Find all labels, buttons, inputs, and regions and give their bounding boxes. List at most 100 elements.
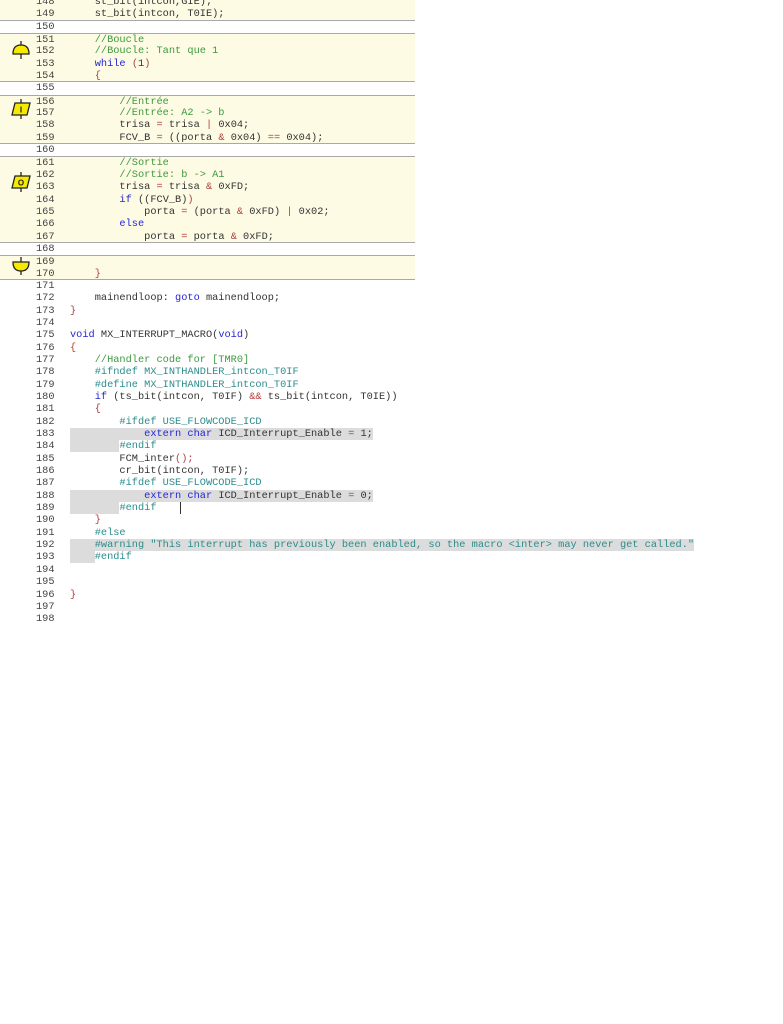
- code-line[interactable]: 161 //Sortie: [0, 156, 415, 170]
- line-number: 157: [36, 107, 55, 120]
- code-line[interactable]: 166 else: [0, 218, 415, 231]
- line-number: 194: [36, 563, 55, 576]
- line-number: 154: [36, 70, 55, 83]
- code-line[interactable]: 182 #ifdef USE_FLOWCODE_ICD: [0, 416, 783, 428]
- text-cursor: [180, 502, 181, 515]
- line-code: else: [70, 218, 144, 230]
- code-line[interactable]: 197: [0, 601, 783, 613]
- code-line[interactable]: 188 extern char ICD_Interrupt_Enable = 0…: [0, 489, 783, 502]
- code-line[interactable]: 175 void MX_INTERRUPT_MACRO(void): [0, 329, 783, 341]
- code-line[interactable]: 172 mainendloop: goto mainendloop;: [0, 292, 783, 304]
- code-line[interactable]: 181 {: [0, 403, 783, 415]
- code-token: [70, 551, 95, 564]
- line-code: {: [70, 342, 76, 354]
- code-line[interactable]: 195: [0, 576, 783, 588]
- code-line[interactable]: 158 trisa = trisa | 0x04;: [0, 119, 415, 132]
- preprocessor-token: #ifdef USE_FLOWCODE_ICD: [70, 415, 262, 428]
- code-line[interactable]: 168: [0, 243, 783, 255]
- code-line[interactable]: 148 st_bit(intcon,GIE);: [0, 0, 415, 9]
- code-line[interactable]: 165 porta = (porta & 0xFD) | 0x02;: [0, 205, 415, 219]
- code-line[interactable]: 159 FCV_B = ((porta & 0x04) == 0x04);: [0, 131, 415, 145]
- line-code: {: [70, 403, 101, 415]
- code-line[interactable]: 150: [0, 21, 783, 33]
- code-line[interactable]: 153 while (1): [0, 57, 415, 71]
- code-line[interactable]: 162 //Sortie: b -> A1: [0, 168, 415, 182]
- code-line[interactable]: 185 FCM_inter();: [0, 453, 783, 465]
- line-number: 190: [36, 514, 55, 527]
- code-line[interactable]: 173}: [0, 305, 783, 317]
- line-number: 193: [36, 551, 55, 564]
- code-line[interactable]: 192 #warning "This interrupt has previou…: [0, 539, 783, 552]
- code-line[interactable]: 169: [0, 255, 415, 268]
- operator-token: }: [70, 514, 101, 527]
- line-code: }: [70, 305, 76, 317]
- code-line[interactable]: 179 #define MX_INTHANDLER_intcon_T0IF: [0, 379, 783, 391]
- line-code: {: [70, 70, 101, 82]
- line-number: 186: [36, 465, 55, 478]
- line-code: //Boucle: Tant que 1: [70, 45, 219, 58]
- line-number: 180: [36, 391, 55, 403]
- line-number: 178: [36, 366, 55, 379]
- line-code: #else: [70, 527, 126, 539]
- code-editor[interactable]: 148 st_bit(intcon,GIE); 149 st_bit(intcon…: [0, 0, 783, 626]
- line-code: #ifndef MX_INTHANDLER_intcon_T0IF: [70, 366, 299, 378]
- code-line[interactable]: 152 //Boucle: Tant que 1: [0, 45, 415, 58]
- line-code: #ifdef USE_FLOWCODE_ICD: [70, 415, 262, 428]
- keyword-token: char: [187, 428, 213, 441]
- code-line[interactable]: 149 st_bit(intcon, T0IE);: [0, 8, 415, 21]
- code-line[interactable]: 177 //Handler code for [TMR0]: [0, 354, 783, 366]
- code-token: ts_bit(intcon, T0IE)): [261, 391, 398, 403]
- preprocessor-token: #ifdef USE_FLOWCODE_ICD: [70, 477, 262, 490]
- code-line[interactable]: 190 }: [0, 514, 783, 526]
- operator-token: }: [70, 304, 77, 317]
- line-number: 177: [36, 353, 55, 366]
- code-line[interactable]: 191 #else: [0, 527, 783, 539]
- code-line[interactable]: 154 {: [0, 70, 415, 83]
- code-line[interactable]: 198: [0, 613, 783, 625]
- code-line[interactable]: 187 #ifdef USE_FLOWCODE_ICD: [0, 477, 783, 489]
- code-token: ICD_Interrupt_Enable: [212, 489, 349, 502]
- operator-token: }: [70, 267, 101, 280]
- code-line[interactable]: 189 #endif: [0, 502, 783, 515]
- code-line[interactable]: 160: [0, 144, 783, 156]
- code-line[interactable]: 193 #endif: [0, 551, 783, 564]
- code-line[interactable]: 151 //Boucle: [0, 33, 415, 46]
- code-line[interactable]: 186 cr_bit(intcon, T0IF);: [0, 465, 783, 477]
- comment-token: //Boucle: Tant que 1: [70, 45, 219, 58]
- code-line[interactable]: 180 if (ts_bit(intcon, T0IF) && ts_bit(i…: [0, 391, 783, 403]
- line-code: }: [70, 589, 76, 601]
- comment-token: //Sortie: [70, 157, 169, 170]
- code-line[interactable]: 174: [0, 317, 783, 329]
- code-line[interactable]: 155: [0, 82, 783, 94]
- code-token: trisa: [162, 181, 206, 194]
- code-line[interactable]: 164 if ((FCV_B)): [0, 193, 415, 206]
- keyword-token: if: [70, 193, 132, 206]
- line-number: 164: [36, 193, 55, 206]
- code-line[interactable]: 157 //Entrée: A2 -> b: [0, 107, 415, 120]
- code-line[interactable]: 183 extern char ICD_Interrupt_Enable = 1…: [0, 428, 783, 441]
- line-code: extern char ICD_Interrupt_Enable = 1;: [70, 428, 373, 441]
- code-line[interactable]: 167 porta = porta & 0xFD;: [0, 230, 415, 243]
- code-token: (ts_bit(intcon, T0IF): [107, 391, 250, 403]
- code-line[interactable]: 176 {: [0, 342, 783, 354]
- line-code: if ((FCV_B)): [70, 193, 193, 206]
- line-code: FCV_B = ((porta & 0x04) == 0x04);: [70, 132, 323, 144]
- line-code: trisa = trisa | 0x04;: [70, 119, 249, 131]
- code-line[interactable]: 194: [0, 564, 783, 576]
- code-line[interactable]: 156 //Entrée: [0, 94, 415, 108]
- code-line[interactable]: 196}: [0, 589, 783, 601]
- code-line[interactable]: 178 #ifndef MX_INTHANDLER_intcon_T0IF: [0, 366, 783, 378]
- line-number: 181: [36, 403, 55, 416]
- code-line[interactable]: 184 #endif: [0, 440, 783, 453]
- line-number: 162: [36, 168, 55, 181]
- line-number: 195: [36, 576, 55, 589]
- line-code: //Sortie: b -> A1: [70, 169, 224, 181]
- code-token: 0xFD): [243, 205, 287, 218]
- code-line[interactable]: 171: [0, 280, 783, 292]
- operator-token: ==: [267, 131, 281, 144]
- code-line[interactable]: 170 }: [0, 267, 415, 280]
- preprocessor-token: #warning "This interrupt has previously …: [70, 539, 695, 552]
- keyword-token: extern: [70, 428, 182, 441]
- code-line[interactable]: 163 trisa = trisa & 0xFD;: [0, 181, 415, 194]
- line-number: 166: [36, 218, 55, 231]
